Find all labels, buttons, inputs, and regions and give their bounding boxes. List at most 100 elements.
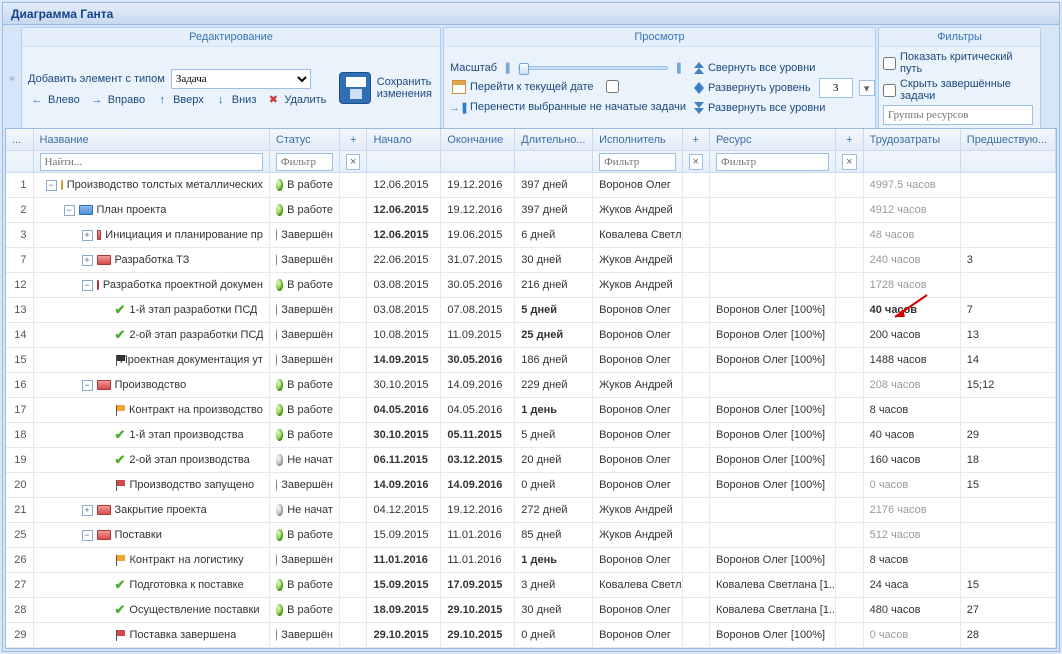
status-cell[interactable]: Завершён bbox=[270, 248, 340, 273]
duration-cell[interactable]: 3 дней bbox=[515, 573, 593, 598]
resource-cell[interactable] bbox=[710, 173, 836, 198]
end-cell[interactable]: 17.09.2015 bbox=[441, 573, 515, 598]
end-cell[interactable]: 19.12.2016 bbox=[441, 198, 515, 223]
pred-cell[interactable] bbox=[961, 498, 1056, 523]
start-cell[interactable]: 12.06.2015 bbox=[367, 223, 441, 248]
table-row[interactable]: 16−ПроизводствоВ работе30.10.201514.09.2… bbox=[6, 373, 1056, 398]
status-cell[interactable]: Завершён bbox=[270, 223, 340, 248]
labor-cell[interactable]: 1728 часов bbox=[864, 273, 961, 298]
status-cell[interactable]: В работе bbox=[270, 273, 340, 298]
filter-exec-input[interactable] bbox=[599, 153, 675, 171]
task-name-cell[interactable]: Проектная документация ут bbox=[34, 348, 270, 373]
scale-slider[interactable] bbox=[518, 66, 668, 70]
col-header-labor[interactable]: Трудозатраты bbox=[864, 129, 961, 150]
goto-today-checkbox[interactable] bbox=[606, 80, 619, 93]
pred-cell[interactable] bbox=[961, 523, 1056, 548]
status-cell[interactable]: В работе bbox=[270, 573, 340, 598]
resource-cell[interactable]: Ковалева Светлана [1... bbox=[710, 598, 836, 623]
end-cell[interactable]: 30.05.2016 bbox=[441, 348, 515, 373]
end-cell[interactable]: 11.01.2016 bbox=[441, 548, 515, 573]
filter-res-clear[interactable]: × bbox=[842, 154, 857, 170]
filter-res-input[interactable] bbox=[716, 153, 829, 171]
resource-cell[interactable]: Воронов Олег [100%] bbox=[710, 323, 836, 348]
labor-cell[interactable]: 1488 часов bbox=[864, 348, 961, 373]
labor-cell[interactable]: 4997.5 часов bbox=[864, 173, 961, 198]
start-cell[interactable]: 14.09.2016 bbox=[367, 473, 441, 498]
pred-cell[interactable] bbox=[961, 273, 1056, 298]
task-name-cell[interactable]: Поставка завершена bbox=[34, 623, 270, 648]
start-cell[interactable]: 15.09.2015 bbox=[367, 523, 441, 548]
pred-cell[interactable] bbox=[961, 398, 1056, 423]
start-cell[interactable]: 04.05.2016 bbox=[367, 398, 441, 423]
start-cell[interactable]: 06.11.2015 bbox=[367, 448, 441, 473]
end-cell[interactable]: 14.09.2016 bbox=[441, 373, 515, 398]
status-cell[interactable]: Не начат bbox=[270, 498, 340, 523]
task-name-cell[interactable]: −Разработка проектной докумен bbox=[34, 273, 270, 298]
labor-cell[interactable]: 0 часов bbox=[864, 623, 961, 648]
end-cell[interactable]: 04.05.2016 bbox=[441, 398, 515, 423]
table-row[interactable]: 21+Закрытие проектаНе начат04.12.201519.… bbox=[6, 498, 1056, 523]
end-cell[interactable]: 19.12.2016 bbox=[441, 173, 515, 198]
resource-cell[interactable] bbox=[710, 498, 836, 523]
end-cell[interactable]: 29.10.2015 bbox=[441, 623, 515, 648]
status-cell[interactable]: В работе bbox=[270, 173, 340, 198]
expand-all-button[interactable]: Развернуть все уровни bbox=[692, 101, 875, 115]
duration-cell[interactable]: 6 дней bbox=[515, 223, 593, 248]
pred-cell[interactable]: 18 bbox=[961, 448, 1056, 473]
goto-today-button[interactable]: Перейти к текущей дате bbox=[450, 79, 596, 95]
duration-cell[interactable]: 0 дней bbox=[515, 623, 593, 648]
executor-cell[interactable]: Воронов Олег bbox=[593, 348, 682, 373]
task-name-cell[interactable]: −Производство толстых металлических bbox=[34, 173, 270, 198]
expand-level-spinner[interactable]: ▾ bbox=[859, 80, 875, 96]
table-row[interactable]: 19✔2-ой этап производстваНе начат06.11.2… bbox=[6, 448, 1056, 473]
resource-cell[interactable] bbox=[710, 273, 836, 298]
executor-cell[interactable]: Воронов Олег bbox=[593, 548, 682, 573]
executor-cell[interactable]: Воронов Олег bbox=[593, 298, 682, 323]
hide-done-checkbox[interactable]: Скрыть завершённые задачи bbox=[883, 78, 1036, 102]
slider-thumb[interactable] bbox=[519, 63, 529, 75]
resource-cell[interactable]: Воронов Олег [100%] bbox=[710, 623, 836, 648]
executor-cell[interactable]: Ковалева Светлана bbox=[593, 573, 682, 598]
start-cell[interactable]: 22.06.2015 bbox=[367, 248, 441, 273]
tree-toggle[interactable]: − bbox=[46, 180, 57, 191]
col-header-resource[interactable]: Ресурс bbox=[710, 129, 836, 150]
duration-cell[interactable]: 216 дней bbox=[515, 273, 593, 298]
move-down-button[interactable]: ↓Вниз bbox=[212, 92, 259, 108]
resource-cell[interactable] bbox=[710, 248, 836, 273]
col-header-pred[interactable]: Предшествую... bbox=[961, 129, 1056, 150]
executor-cell[interactable]: Жуков Андрей bbox=[593, 373, 682, 398]
executor-cell[interactable]: Жуков Андрей bbox=[593, 248, 682, 273]
duration-cell[interactable]: 1 день bbox=[515, 398, 593, 423]
executor-cell[interactable]: Воронов Олег bbox=[593, 623, 682, 648]
start-cell[interactable]: 03.08.2015 bbox=[367, 273, 441, 298]
end-cell[interactable]: 19.06.2015 bbox=[441, 223, 515, 248]
start-cell[interactable]: 12.06.2015 bbox=[367, 198, 441, 223]
status-cell[interactable]: Завершён bbox=[270, 548, 340, 573]
status-cell[interactable]: В работе bbox=[270, 398, 340, 423]
duration-cell[interactable]: 229 дней bbox=[515, 373, 593, 398]
end-cell[interactable]: 11.09.2015 bbox=[441, 323, 515, 348]
collapse-all-button[interactable]: Свернуть все уровни bbox=[692, 61, 875, 75]
start-cell[interactable]: 30.10.2015 bbox=[367, 423, 441, 448]
resource-cell[interactable]: Воронов Олег [100%] bbox=[710, 473, 836, 498]
move-left-button[interactable]: ←Влево bbox=[28, 92, 82, 108]
pred-cell[interactable]: 13 bbox=[961, 323, 1056, 348]
task-name-cell[interactable]: Контракт на производство bbox=[34, 398, 270, 423]
executor-cell[interactable]: Воронов Олег bbox=[593, 173, 682, 198]
labor-cell[interactable]: 480 часов bbox=[864, 598, 961, 623]
table-row[interactable]: 27✔Подготовка к поставкеВ работе15.09.20… bbox=[6, 573, 1056, 598]
end-cell[interactable]: 03.12.2015 bbox=[441, 448, 515, 473]
resource-cell[interactable] bbox=[710, 523, 836, 548]
labor-cell[interactable]: 240 часов bbox=[864, 248, 961, 273]
move-up-button[interactable]: ↑Вверх bbox=[153, 92, 206, 108]
table-row[interactable]: 29Поставка завершенаЗавершён29.10.201529… bbox=[6, 623, 1056, 648]
task-name-cell[interactable]: −Поставки bbox=[34, 523, 270, 548]
status-cell[interactable]: В работе bbox=[270, 373, 340, 398]
pred-cell[interactable]: 3 bbox=[961, 248, 1056, 273]
labor-cell[interactable]: 8 часов bbox=[864, 398, 961, 423]
pred-cell[interactable]: 7 bbox=[961, 298, 1056, 323]
executor-cell[interactable]: Жуков Андрей bbox=[593, 498, 682, 523]
start-cell[interactable]: 14.09.2015 bbox=[367, 348, 441, 373]
table-row[interactable]: 14✔2-ой этап разработки ПСДЗавершён10.08… bbox=[6, 323, 1056, 348]
task-name-cell[interactable]: −План проекта bbox=[34, 198, 270, 223]
